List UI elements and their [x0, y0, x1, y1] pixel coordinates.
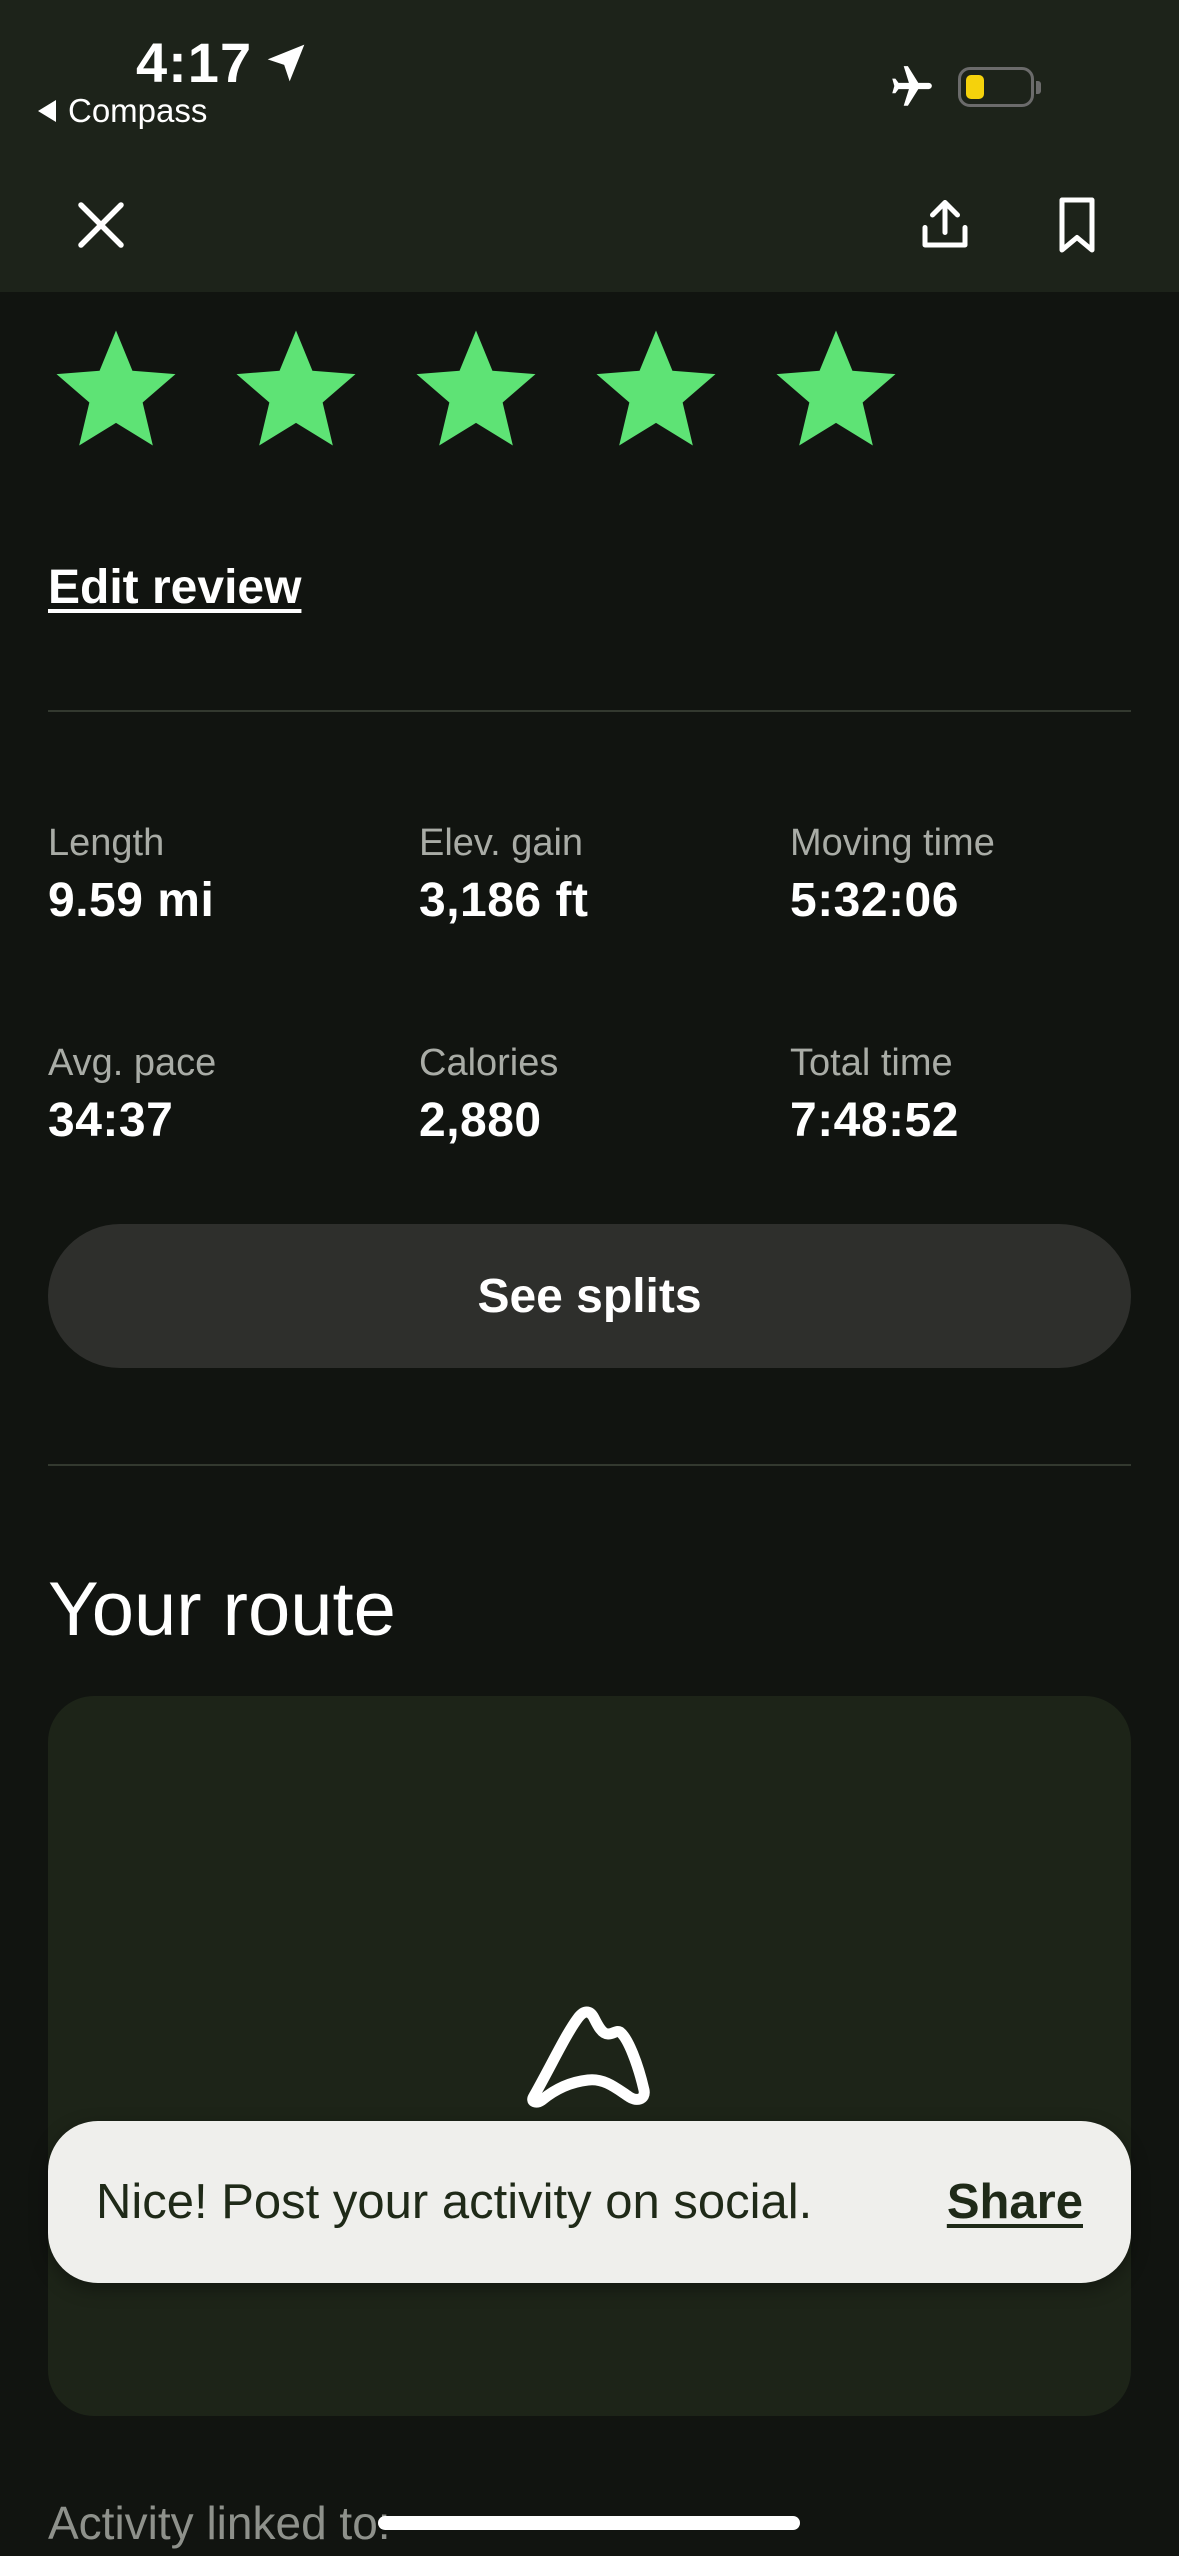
stat-length: Length 9.59 mi — [48, 822, 214, 928]
stat-elev-gain: Elev. gain 3,186 ft — [419, 822, 588, 928]
stat-calories: Calories 2,880 — [419, 1042, 558, 1148]
star-icon[interactable] — [768, 322, 904, 458]
activity-linked-label: Activity linked to: — [48, 2497, 391, 2549]
battery-icon — [958, 67, 1041, 107]
star-icon[interactable] — [48, 322, 184, 458]
status-time: 4:17 — [136, 30, 308, 95]
see-splits-button[interactable]: See splits — [48, 1224, 1131, 1368]
stat-total-time: Total time 7:48:52 — [790, 1042, 959, 1148]
toast-message: Nice! Post your activity on social. — [96, 2175, 813, 2229]
section-title-your-route: Your route — [48, 1567, 396, 1652]
back-app-label: Compass — [68, 92, 208, 129]
stat-avg-pace: Avg. pace 34:37 — [48, 1042, 216, 1148]
stat-label: Avg. pace — [48, 1042, 217, 1084]
stat-value: 3,186 ft — [419, 874, 589, 927]
share-button[interactable] — [910, 190, 980, 260]
back-to-app-link[interactable]: Compass — [38, 92, 207, 130]
stat-label: Length — [48, 822, 165, 864]
stat-label: Total time — [790, 1042, 953, 1084]
back-triangle-icon — [38, 100, 56, 122]
star-icon[interactable] — [408, 322, 544, 458]
stat-label: Calories — [419, 1042, 559, 1084]
bookmark-icon — [1059, 197, 1095, 253]
stat-value: 9.59 mi — [48, 874, 215, 927]
stat-value: 2,880 — [419, 1094, 542, 1147]
star-icon[interactable] — [228, 322, 364, 458]
alltrails-logo-icon — [527, 2006, 650, 2108]
close-button[interactable] — [66, 190, 136, 260]
stat-label: Elev. gain — [419, 822, 584, 864]
bookmark-button[interactable] — [1042, 190, 1112, 260]
airplane-mode-icon — [892, 66, 932, 106]
top-bar: 4:17 Compass — [0, 0, 1179, 292]
status-time-text: 4:17 — [136, 31, 253, 94]
stat-value: 34:37 — [48, 1094, 174, 1147]
edit-review-link[interactable]: Edit review — [48, 560, 301, 615]
share-toast: Nice! Post your activity on social. Shar… — [48, 2121, 1131, 2283]
share-icon — [922, 200, 968, 248]
stat-value: 7:48:52 — [790, 1094, 959, 1147]
stat-value: 5:32:06 — [790, 874, 959, 927]
divider — [48, 1464, 1131, 1466]
close-icon — [78, 202, 124, 248]
toast-share-button[interactable]: Share — [947, 2174, 1083, 2230]
rating-stars — [48, 322, 904, 458]
star-icon[interactable] — [588, 322, 724, 458]
stat-label: Moving time — [790, 822, 995, 864]
stat-moving-time: Moving time 5:32:06 — [790, 822, 995, 928]
home-indicator[interactable] — [378, 2516, 800, 2530]
divider — [48, 710, 1131, 712]
location-arrow-icon — [267, 44, 305, 81]
battery-level — [966, 75, 984, 99]
